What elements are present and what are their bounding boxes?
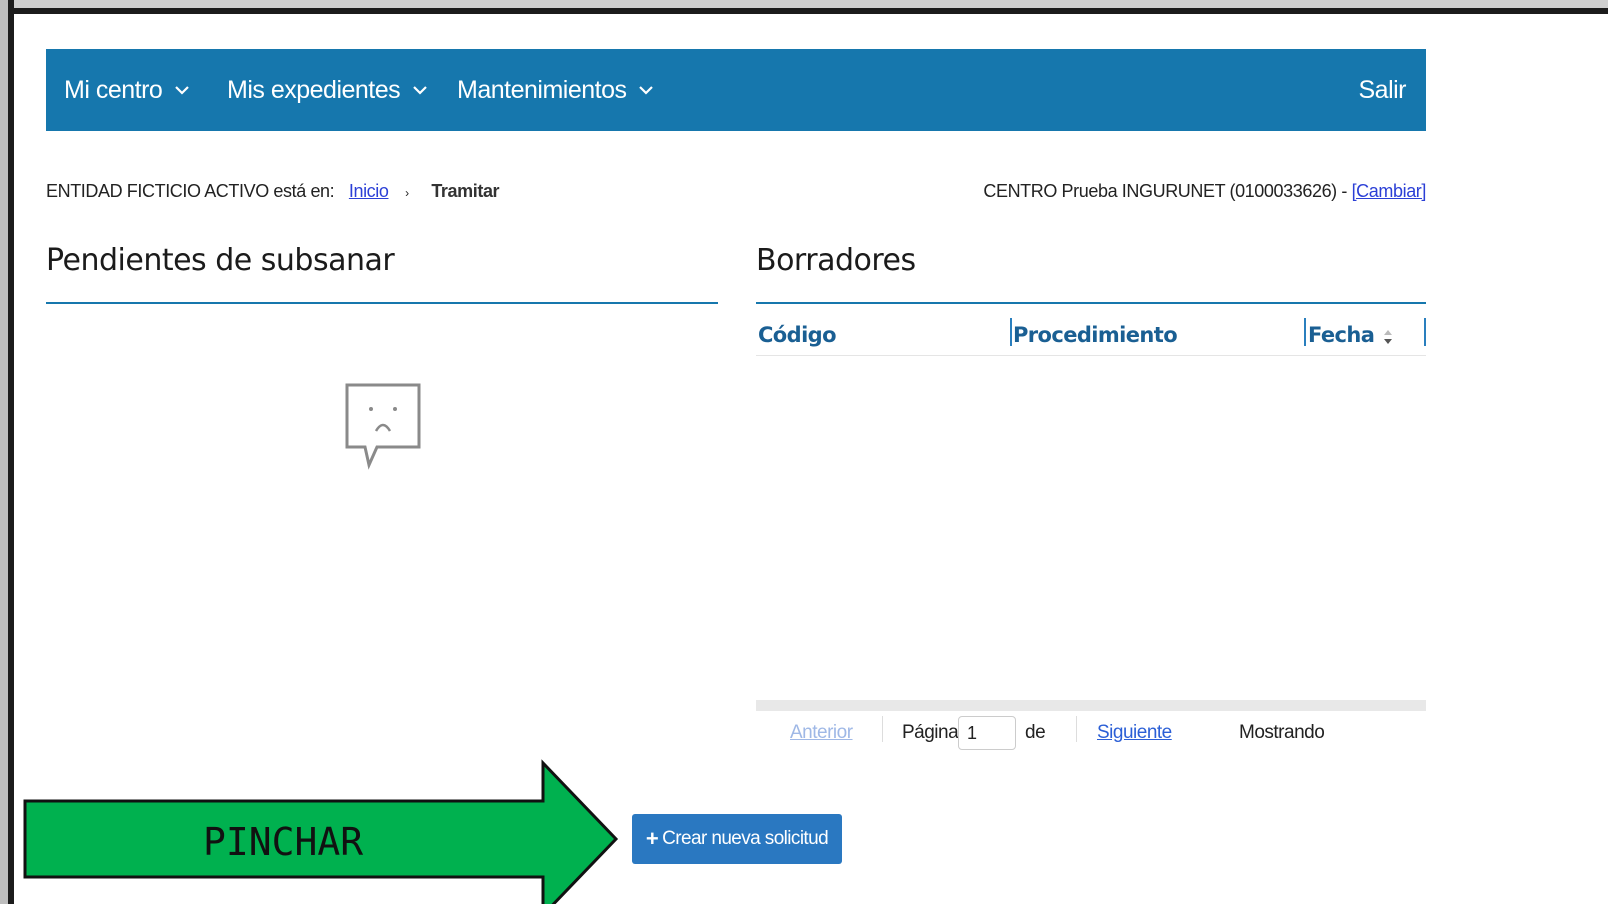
nav-mi-centro-label: Mi centro [64,75,163,104]
center-info-text: CENTRO Prueba INGURUNET (0100033626) - [983,181,1347,201]
pager-divider [1076,716,1077,742]
column-divider [1424,318,1426,346]
pending-panel-title: Pendientes de subsanar [46,243,395,278]
chevron-down-icon [412,83,427,97]
frame-top [0,0,1608,14]
pager-previous-link[interactable]: Anterior [790,722,853,744]
frame-left [0,0,14,904]
create-new-request-label: Crear nueva solicitud [662,828,829,849]
nav-mantenimientos-label: Mantenimientos [457,75,627,104]
center-info: CENTRO Prueba INGURUNET (0100033626) - [… [983,181,1426,202]
column-header-fecha[interactable]: Fecha [1308,323,1393,347]
pager-showing-label: Mostrando [1239,722,1325,743]
logout-link[interactable]: Salir [1358,49,1406,131]
sad-speech-bubble-icon [343,381,423,471]
table-header-rule [756,355,1426,356]
sort-icon[interactable] [1383,327,1393,345]
nav-mis-expedientes[interactable]: Mis expedientes [227,49,427,131]
nav-mantenimientos[interactable]: Mantenimientos [457,49,654,131]
nav-mis-expedientes-label: Mis expedientes [227,75,401,104]
plus-icon: + [645,826,659,851]
chevron-down-icon [174,83,190,97]
breadcrumb-current: Tramitar [431,181,500,201]
page-number-input[interactable] [958,716,1016,750]
breadcrumb-home-link[interactable]: Inicio [349,181,389,201]
green-arrow-annotation [23,759,619,904]
top-navbar: Mi centro Mis expedientes Mantenimientos… [46,49,1426,131]
breadcrumb: ENTIDAD FICTICIO ACTIVO está en: Inicio … [46,181,500,202]
drafts-panel-rule [756,302,1426,304]
pinchar-annotation-label: PINCHAR [203,820,364,864]
pager-of-label: de [1025,722,1046,743]
breadcrumb-separator: › [405,186,409,200]
column-header-procedimiento[interactable]: Procedimiento [1013,323,1178,347]
pager-bar [756,700,1426,711]
pager-page-label: Página [902,722,959,743]
create-new-request-button[interactable]: + Crear nueva solicitud [632,814,842,864]
column-header-fecha-label: Fecha [1308,323,1375,347]
drafts-panel-title: Borradores [756,243,916,278]
chevron-down-icon [638,83,654,97]
pager-next-link[interactable]: Siguiente [1097,722,1172,744]
change-center-link[interactable]: [Cambiar] [1352,181,1427,201]
nav-mi-centro[interactable]: Mi centro [64,49,190,131]
breadcrumb-prefix: ENTIDAD FICTICIO ACTIVO está en: [46,181,335,201]
pager-divider [882,716,883,742]
column-divider [1304,318,1306,346]
pending-panel-rule [46,302,718,304]
column-header-codigo[interactable]: Código [758,323,837,347]
column-divider [1010,318,1012,346]
